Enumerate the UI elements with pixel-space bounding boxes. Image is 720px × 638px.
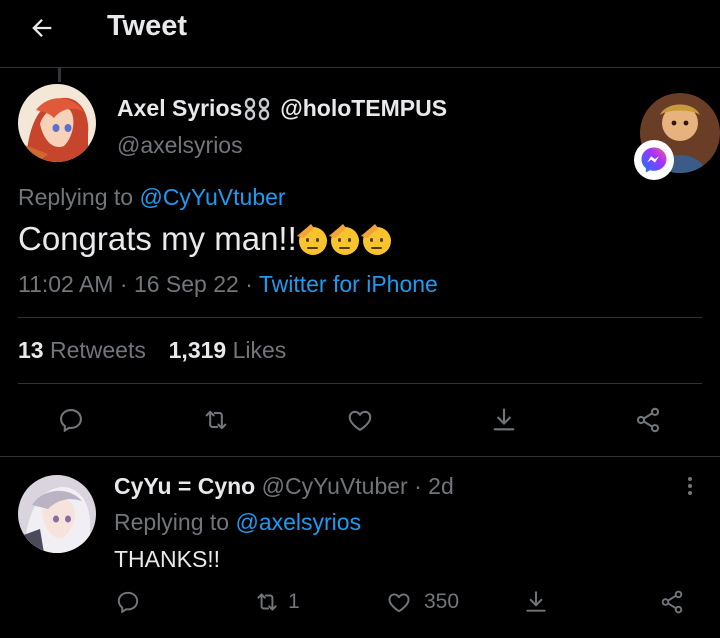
saluting-face-emoji xyxy=(359,222,393,256)
reply-handle[interactable]: @CyYuVtuber xyxy=(262,473,408,499)
reply-icon[interactable] xyxy=(115,589,141,615)
messenger-icon[interactable] xyxy=(634,140,674,180)
reply-like-button[interactable]: 350 xyxy=(386,589,459,615)
reply-avatar[interactable] xyxy=(18,475,96,553)
retweets-label: Retweets xyxy=(49,337,146,363)
reply-age[interactable]: 2d xyxy=(428,473,454,499)
replying-to-link[interactable]: @axelsyrios xyxy=(235,509,361,535)
chain-link-emoji xyxy=(244,97,274,121)
retweets-stat[interactable]: 13 Retweets xyxy=(18,337,146,363)
reply-display-name[interactable]: CyYu = Cyno xyxy=(114,473,255,499)
replying-to-link[interactable]: @CyYuVtuber xyxy=(139,184,285,210)
tweet-source[interactable]: Twitter for iPhone xyxy=(259,271,438,297)
page-title: Tweet xyxy=(107,10,188,42)
reply-text: THANKS!! xyxy=(114,546,221,572)
share-icon[interactable] xyxy=(659,589,685,615)
tweet-date[interactable]: 16 Sep 22 xyxy=(134,271,239,297)
tweet-text-row: Congrats my man!! xyxy=(18,220,393,258)
secondary-handle: @holoTEMPUS xyxy=(280,95,448,121)
replying-prefix: Replying to xyxy=(114,509,230,535)
separator-dot: · xyxy=(119,271,128,297)
retweet-icon[interactable] xyxy=(202,406,230,434)
bookmark-download-icon[interactable] xyxy=(490,406,518,434)
tweet-text: Congrats my man!! xyxy=(18,220,297,257)
divider xyxy=(18,383,702,384)
thread-connector xyxy=(58,68,61,82)
reply-like-count: 350 xyxy=(424,590,460,613)
bookmark-download-icon[interactable] xyxy=(523,589,549,615)
separator-dot: · xyxy=(245,271,253,297)
retweets-count: 13 xyxy=(18,337,44,363)
more-options-icon[interactable] xyxy=(680,474,700,500)
display-name[interactable]: Axel Syrios xyxy=(117,95,242,122)
likes-label: Likes xyxy=(232,337,287,363)
reply-header: CyYu = Cyno @CyYuVtuber · 2d xyxy=(114,473,454,500)
reply-icon[interactable] xyxy=(57,406,85,434)
reply-retweet-button[interactable]: 1 xyxy=(254,589,300,615)
likes-count: 1,319 xyxy=(168,337,227,363)
replying-prefix: Replying to xyxy=(18,184,134,210)
like-icon[interactable] xyxy=(346,406,374,434)
likes-stat[interactable]: 1,319 Likes xyxy=(169,337,287,363)
share-icon[interactable] xyxy=(634,406,662,434)
reply-retweet-count: 1 xyxy=(288,590,300,613)
arrow-left-icon[interactable] xyxy=(28,14,56,42)
replying-to-line: Replying to @CyYuVtuber xyxy=(18,184,286,211)
top-bar: Tweet xyxy=(0,0,720,68)
author-handle[interactable]: @axelsyrios xyxy=(117,132,243,159)
divider xyxy=(18,317,702,318)
reply-replying-to-line: Replying to @axelsyrios xyxy=(114,509,361,536)
saluting-face-emoji xyxy=(295,222,329,256)
saluting-face-emoji xyxy=(327,222,361,256)
timestamp-line: 11:02 AM · 16 Sep 22 · Twitter for iPhon… xyxy=(18,271,438,298)
avatar[interactable] xyxy=(18,84,96,162)
tweet-time[interactable]: 11:02 AM xyxy=(18,271,113,297)
tweet-stats: 13 Retweets 1,319 Likes xyxy=(18,337,286,364)
separator-dot: · xyxy=(414,473,422,499)
author-name-row: Axel Syrios @holoTEMPUS xyxy=(117,95,447,122)
like-icon xyxy=(386,589,412,615)
retweet-icon xyxy=(254,589,280,615)
divider xyxy=(0,456,720,457)
